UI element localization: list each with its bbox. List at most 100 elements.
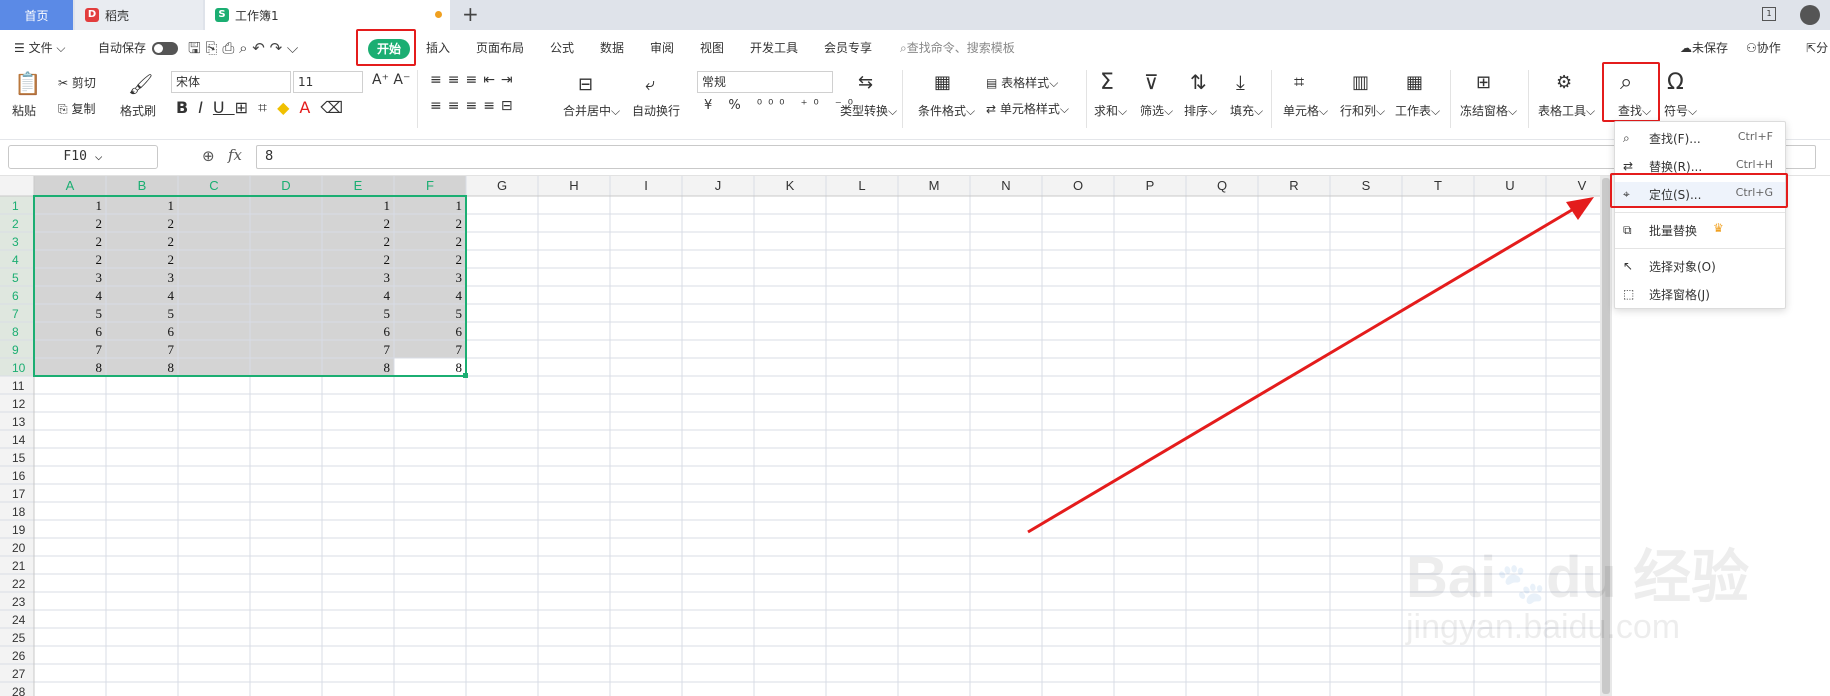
tab-insert[interactable]: 插入 — [426, 30, 450, 66]
command-search[interactable]: ⌕查找命令、搜索模板 — [900, 30, 1015, 66]
font-size-select[interactable]: 11 — [293, 71, 363, 93]
row-header-2[interactable]: 2 — [12, 217, 19, 231]
sort-button[interactable]: 排序⌵ — [1184, 102, 1217, 119]
cell-value[interactable]: 3 — [168, 270, 175, 285]
column-header-e[interactable]: E — [354, 178, 363, 193]
row-header-25[interactable]: 25 — [12, 631, 26, 645]
sum-button[interactable]: 求和⌵ — [1094, 102, 1127, 119]
fx-icon[interactable]: fx — [228, 146, 242, 164]
column-header-p[interactable]: P — [1146, 178, 1155, 193]
cell-value[interactable]: 3 — [96, 270, 103, 285]
column-header-q[interactable]: Q — [1217, 178, 1227, 193]
font-select[interactable]: 宋体 — [171, 71, 291, 93]
cell-value[interactable]: 3 — [384, 270, 391, 285]
formula-input[interactable]: 8 — [256, 145, 1816, 169]
cell-value[interactable]: 5 — [96, 306, 103, 321]
cell-value[interactable]: 1 — [456, 198, 463, 213]
row-header-7[interactable]: 7 — [12, 307, 19, 321]
dropdown-item-0[interactable]: ⌕ 查找(F)... Ctrl+F — [1615, 126, 1785, 150]
row-header-23[interactable]: 23 — [12, 595, 26, 609]
cell-value[interactable]: 5 — [384, 306, 391, 321]
cell-value[interactable]: 2 — [96, 252, 103, 267]
format-brush-button[interactable]: 格式刷 — [120, 102, 156, 119]
rowcol-button[interactable]: 行和列⌵ — [1340, 102, 1385, 119]
row-header-26[interactable]: 26 — [12, 649, 26, 663]
tab-data[interactable]: 数据 — [600, 30, 624, 66]
cell-value[interactable]: 7 — [168, 342, 175, 357]
column-header-s[interactable]: S — [1362, 178, 1371, 193]
dropdown-item-4[interactable]: ↖ 选择对象(O) — [1615, 254, 1785, 278]
align-icons-row2[interactable]: ≡≡≡≡⊟ — [430, 98, 519, 114]
freeze-pane-button[interactable]: 冻结窗格⌵ — [1460, 102, 1517, 119]
cell-value[interactable]: 2 — [456, 216, 463, 231]
row-header-22[interactable]: 22 — [12, 577, 26, 591]
cell-value[interactable]: 8 — [384, 360, 391, 375]
row-header-18[interactable]: 18 — [12, 505, 26, 519]
cell-value[interactable]: 7 — [384, 342, 391, 357]
cell-value[interactable]: 5 — [168, 306, 175, 321]
cell-value[interactable]: 8 — [96, 360, 103, 375]
zoom-formula-icon[interactable]: ⊕ — [202, 147, 215, 165]
scrollbar-thumb[interactable] — [1602, 178, 1610, 694]
sheet-button[interactable]: 工作表⌵ — [1395, 102, 1440, 119]
row-header-14[interactable]: 14 — [12, 433, 26, 447]
align-icons[interactable]: ≡≡≡⇤⇥ — [430, 72, 519, 88]
new-tab-plus-icon[interactable]: + — [462, 2, 479, 26]
column-header-h[interactable]: H — [569, 178, 578, 193]
cell-value[interactable]: 4 — [384, 288, 391, 303]
cell-value[interactable]: 6 — [168, 324, 175, 339]
share-button[interactable]: ⇱分 — [1806, 30, 1828, 66]
column-header-k[interactable]: K — [786, 178, 795, 193]
column-header-a[interactable]: A — [66, 178, 75, 193]
cell-value[interactable]: 2 — [384, 252, 391, 267]
symbol-button[interactable]: 符号⌵ — [1664, 102, 1697, 119]
cell-value[interactable]: 6 — [384, 324, 391, 339]
row-header-5[interactable]: 5 — [12, 271, 19, 285]
number-format-icons[interactable]: ¥ % ⁰⁰⁰ ⁺⁰ ⁻⁰ — [704, 98, 859, 113]
row-header-27[interactable]: 27 — [12, 667, 26, 681]
paste-button[interactable]: 粘贴 — [12, 102, 36, 119]
cell-value[interactable]: 6 — [456, 324, 463, 339]
avatar[interactable] — [1800, 5, 1820, 25]
row-header-13[interactable]: 13 — [12, 415, 26, 429]
column-header-l[interactable]: L — [858, 178, 865, 193]
collab-button[interactable]: ⚇协作 — [1746, 30, 1781, 66]
column-header-v[interactable]: V — [1578, 178, 1587, 193]
row-header-12[interactable]: 12 — [12, 397, 26, 411]
table-style-button[interactable]: ▤ 表格样式⌵ — [986, 74, 1058, 91]
tab-workbook[interactable]: S 工作簿1 — [205, 0, 450, 30]
quick-access-icons[interactable]: 🖫 ⎘ ⎙ ⌕ ↶ ↷ ⌵ — [188, 30, 298, 66]
column-header-u[interactable]: U — [1505, 178, 1514, 193]
row-header-17[interactable]: 17 — [12, 487, 26, 501]
cell-value[interactable]: 2 — [168, 234, 175, 249]
row-header-28[interactable]: 28 — [12, 685, 26, 696]
cell-value[interactable]: 2 — [384, 216, 391, 231]
cell-value[interactable]: 1 — [168, 198, 175, 213]
tab-home[interactable]: 首页 — [0, 0, 73, 30]
cell-value[interactable]: 2 — [384, 234, 391, 249]
row-header-3[interactable]: 3 — [12, 235, 19, 249]
row-header-10[interactable]: 10 — [12, 361, 26, 375]
tab-daoke[interactable]: D 稻壳 — [75, 0, 203, 30]
name-box[interactable]: F10 ⌵ — [8, 145, 158, 169]
file-menu[interactable]: ☰ 文件 ⌵ — [14, 30, 66, 66]
cell-value[interactable]: 2 — [456, 252, 463, 267]
row-header-11[interactable]: 11 — [12, 379, 25, 393]
row-header-9[interactable]: 9 — [12, 343, 19, 357]
column-header-g[interactable]: G — [497, 178, 507, 193]
column-header-o[interactable]: O — [1073, 178, 1083, 193]
dropdown-item-5[interactable]: ⬚ 选择窗格(J) — [1615, 282, 1785, 306]
cell-button[interactable]: 单元格⌵ — [1283, 102, 1328, 119]
column-header-b[interactable]: B — [138, 178, 147, 193]
filter-button[interactable]: 筛选⌵ — [1140, 102, 1173, 119]
cell-value[interactable]: 2 — [168, 216, 175, 231]
tab-page-layout[interactable]: 页面布局 — [476, 30, 524, 66]
spreadsheet-grid[interactable]: A B C D E F G H I J K L M N O P Q R S T U V123456789101112131… — [0, 176, 1830, 696]
tab-vip[interactable]: 会员专享 — [824, 30, 872, 66]
cell-value[interactable]: 5 — [456, 306, 463, 321]
tab-view[interactable]: 视图 — [700, 30, 724, 66]
cell-style-button[interactable]: ⇄ 单元格样式⌵ — [986, 100, 1069, 117]
cell-value[interactable]: 8 — [456, 360, 463, 375]
tab-formula[interactable]: 公式 — [550, 30, 574, 66]
column-header-d[interactable]: D — [281, 178, 290, 193]
